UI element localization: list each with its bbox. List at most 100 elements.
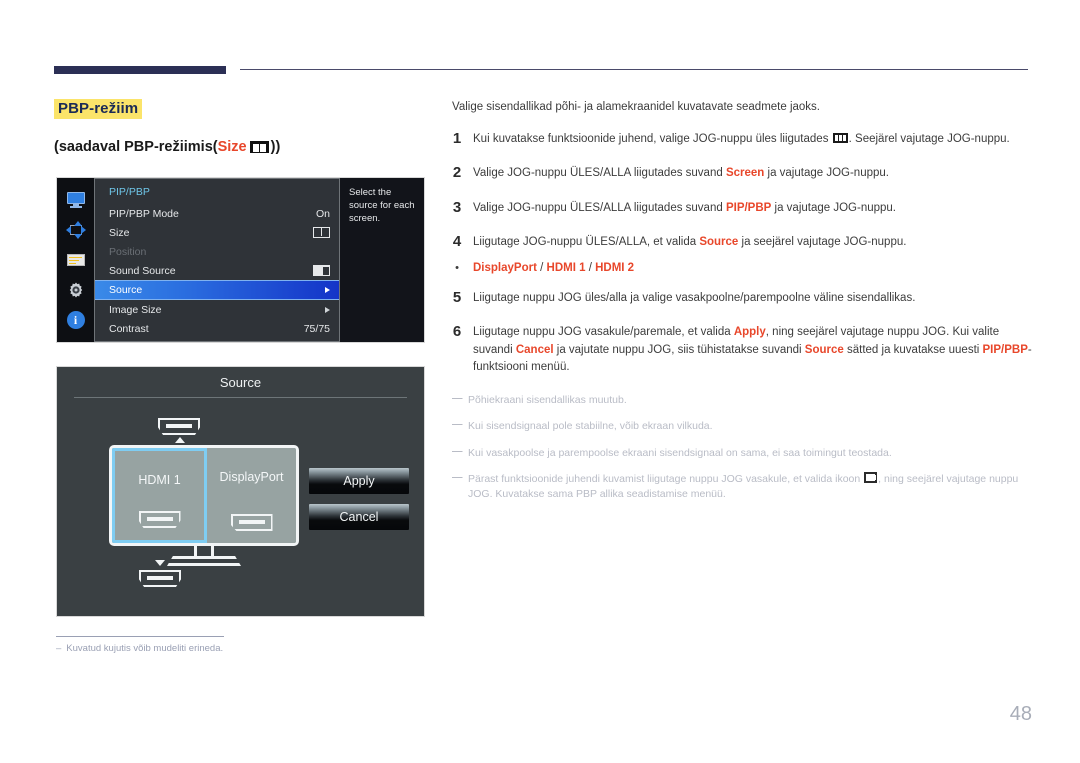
osd-row-sound-source[interactable]: Sound Source — [95, 261, 339, 280]
subtitle-prefix: (saadaval PBP-režiimis( — [54, 139, 218, 155]
pbp-two-pane-icon — [313, 227, 330, 238]
note-text: Pärast funktsioonide juhendi kuvamist li… — [468, 471, 1019, 500]
source-dialog-buttons: Apply Cancel — [309, 468, 409, 530]
osd-row-value: 75/75 — [303, 322, 330, 335]
cancel-button[interactable]: Cancel — [309, 504, 409, 530]
note-dash: ― — [452, 444, 463, 457]
monitor-icon — [66, 191, 86, 209]
subtitle-accent: Size — [217, 139, 247, 155]
osd-row-label: Contrast — [109, 322, 149, 335]
accent-term: HDMI 1 — [546, 262, 586, 275]
displayport-connector-icon — [230, 514, 273, 531]
note-dash: ― — [452, 418, 463, 431]
step-text: Valige JOG-nuppu ÜLES/ALLA liigutades su… — [473, 201, 897, 214]
osd-row-label: Position — [109, 245, 147, 258]
source-options-bullet: • DisplayPort / HDMI 1 / HDMI 2 — [452, 262, 1032, 274]
osd-category-label: PIP/PBP — [109, 186, 150, 198]
osd-row-label: Size — [109, 226, 130, 239]
osd-row-label: Sound Source — [109, 264, 176, 277]
left-note-text: Kuvatud kujutis võib mudeliti erineda. — [66, 643, 224, 654]
accent-term: HDMI 2 — [595, 262, 635, 275]
osd-main: PIP/PBP PIP/PBP Mode On Size Position So… — [94, 178, 424, 342]
osd-row-contrast[interactable]: Contrast 75/75 — [95, 319, 339, 338]
step-text: Kui kuvatakse funktsioonide juhend, vali… — [473, 133, 1010, 146]
bottom-hdmi-connector-icon — [139, 570, 181, 587]
page-number: 48 — [1009, 703, 1032, 725]
left-note-rule — [56, 636, 224, 637]
source-pane-label: DisplayPort — [219, 470, 284, 484]
osd-row-image-size[interactable]: Image Size — [95, 300, 339, 319]
top-caret-icon — [175, 437, 185, 443]
source-dialog-title: Source — [219, 375, 262, 390]
pbp-swap-icon — [864, 471, 878, 483]
osd-row-label: Source — [109, 284, 143, 296]
note-item: ― Pärast funktsioonide juhendi kuvamist l… — [452, 470, 1032, 502]
menu-icon — [832, 133, 848, 144]
steps-list-primary: 1 Kui kuvatakse funktsioonide juhend, val… — [452, 131, 1032, 251]
page-title: PBP-režiim — [54, 99, 143, 119]
step-item: 1 Kui kuvatakse funktsioonide juhend, val… — [452, 131, 1032, 148]
accent-term: PIP/PBP — [982, 343, 1028, 356]
sound-source-icon — [313, 265, 330, 276]
apply-button[interactable]: Apply — [309, 468, 409, 494]
accent-term: Cancel — [515, 343, 554, 356]
step-text: Valige JOG-nuppu ÜLES/ALLA liigutades su… — [473, 167, 889, 180]
monitor-stand-base — [167, 556, 241, 566]
note-item: ― Kui sisendsignaal pole stabiilne, võib … — [452, 419, 1032, 434]
step-number: 4 — [452, 232, 462, 250]
source-options-text: DisplayPort / HDMI 1 / HDMI 2 — [473, 262, 635, 275]
accent-term: Source — [699, 235, 739, 248]
step-number: 2 — [452, 164, 462, 182]
osd-help-text: Select the source for each screen. — [349, 187, 415, 224]
left-note: – Kuvatud kujutis võib mudeliti erineda. — [56, 643, 223, 654]
step-item: 3 Valige JOG-nuppu ÜLES/ALLA liigutades s… — [452, 198, 1032, 217]
osd-icon-rail: i — [57, 178, 94, 342]
accent-term: DisplayPort — [473, 262, 537, 275]
document-page: PBP-režiim (saadaval PBP-režiimis(Size)) — [0, 0, 1080, 763]
left-note-dash: – — [56, 643, 62, 654]
osd-row-label: PIP/PBP Mode — [109, 207, 179, 220]
info-icon: i — [66, 311, 86, 329]
source-dialog-divider — [74, 397, 407, 398]
intro-paragraph: Valige sisendallikad põhi- ja alamekraan… — [452, 101, 820, 113]
osd-row-value: On — [315, 207, 330, 220]
note-text: Kui vasakpoolse ja parempoolse ekraani s… — [468, 446, 892, 459]
gear-icon — [66, 281, 86, 299]
step-text: Liigutage nuppu JOG vasakule/paremale, e… — [473, 326, 1032, 373]
accent-term: Source — [804, 343, 844, 356]
osd-row-size[interactable]: Size — [95, 223, 339, 242]
monitor-screen: HDMI 1 DisplayPort — [109, 445, 299, 546]
note-dash: ― — [452, 470, 463, 483]
source-dialog-screenshot: Source HDMI 1 DisplayPort Apply Cancel — [56, 366, 425, 617]
source-pane-right[interactable]: DisplayPort — [207, 448, 296, 543]
step-number: 3 — [452, 198, 462, 216]
availability-subtitle: (saadaval PBP-režiimis(Size)) — [54, 139, 280, 155]
source-pane-label: HDMI 1 — [138, 473, 181, 487]
osd-row-source[interactable]: Source — [95, 280, 339, 300]
note-item: ― Kui vasakpoolse ja parempoolse ekraani … — [452, 444, 1032, 461]
step-item: 4 Liigutage JOG-nuppu ÜLES/ALLA, et valid… — [452, 234, 1032, 251]
accent-term: PIP/PBP — [725, 201, 772, 214]
osd-row-position: Position — [95, 242, 339, 261]
pbp-two-pane-icon — [249, 141, 269, 153]
osd-menu-screenshot: i PIP/PBP PIP/PBP Mode On Size Position — [56, 177, 425, 343]
note-text: Kui sisendsignaal pole stabiilne, võib e… — [468, 420, 713, 433]
step-number: 1 — [452, 130, 462, 148]
subtitle-suffix: )) — [270, 139, 281, 155]
accent-term: Screen — [725, 167, 765, 180]
source-pane-left[interactable]: HDMI 1 — [112, 448, 207, 543]
note-text: Põhiekraani sisendallikas muutub. — [468, 394, 627, 407]
chevron-right-icon — [325, 287, 330, 293]
top-hdmi-connector-icon — [158, 418, 200, 435]
step-item: 6 Liigutage nuppu JOG vasakule/paremale, … — [452, 324, 1032, 376]
osd-row-pip-pbp-mode[interactable]: PIP/PBP Mode On — [95, 204, 339, 223]
step-text: Liigutage JOG-nuppu ÜLES/ALLA, et valida… — [473, 235, 907, 248]
step-item: 2 Valige JOG-nuppu ÜLES/ALLA liigutades s… — [452, 165, 1032, 182]
step-number: 6 — [452, 323, 462, 341]
osd-menu-list: PIP/PBP PIP/PBP Mode On Size Position So… — [94, 178, 340, 342]
step-item: 5 Liigutage nuppu JOG üles/alla ja valige… — [452, 290, 1032, 307]
monitor-diagram: HDMI 1 DisplayPort Apply Cancel — [57, 412, 426, 602]
chevron-right-icon — [325, 306, 330, 313]
header-accent-bar — [54, 66, 226, 74]
accent-term: Apply — [733, 326, 766, 339]
